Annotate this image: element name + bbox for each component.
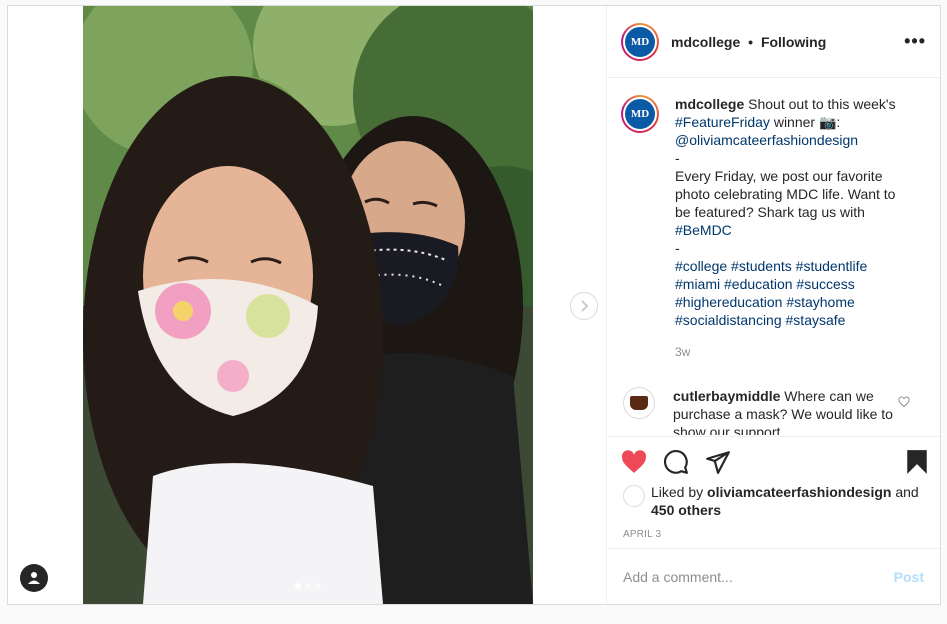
likes-summary: Liked by oliviamcateerfashiondesign and … [607, 477, 940, 519]
caption-link[interactable]: #stayhome [786, 294, 854, 310]
user-tag-icon [28, 572, 40, 584]
post-actions: Liked by oliviamcateerfashiondesign and … [607, 436, 940, 540]
caption-link[interactable]: #miami [675, 276, 720, 292]
comment-body: cutlerbaymiddle Where can we purchase a … [673, 387, 893, 435]
caption-body: mdcollege Shout out to this week's #Feat… [675, 95, 911, 361]
carousel-dot [305, 583, 311, 589]
carousel-indicator [295, 583, 321, 589]
caption-link[interactable]: #highereducation [675, 294, 782, 310]
caption-link[interactable]: @oliviamcateerfashiondesign [675, 132, 858, 148]
caption-username[interactable]: mdcollege [675, 96, 748, 112]
caption-segment: - [675, 240, 680, 256]
post-date[interactable]: APRIL 3 [607, 519, 940, 540]
instagram-post: MD mdcollege • Following ••• MD mdcolleg… [7, 5, 941, 605]
liker-username[interactable]: oliviamcateerfashiondesign [707, 484, 891, 500]
post-side-panel: MD mdcollege • Following ••• MD mdcolleg… [607, 6, 940, 604]
caption-link[interactable]: #socialdistancing [675, 312, 782, 328]
comment-input[interactable] [623, 568, 894, 585]
caption: MD mdcollege Shout out to this week's #F… [621, 95, 924, 361]
carousel-dot [295, 583, 301, 589]
caption-link[interactable]: #studentlife [796, 258, 868, 274]
caption-segment: - [675, 150, 680, 166]
more-icon[interactable]: ••• [904, 31, 926, 52]
likes-text: Liked by oliviamcateerfashiondesign and … [651, 483, 926, 519]
comment: cutlerbaymiddle Where can we purchase a … [621, 387, 924, 435]
follow-status-button[interactable]: Following [761, 34, 826, 50]
likes-others-link[interactable]: 450 others [651, 502, 721, 518]
comments-section: MD mdcollege Shout out to this week's #F… [607, 79, 940, 435]
chevron-right-icon [581, 300, 589, 312]
caption-text: mdcollege Shout out to this week's #Feat… [675, 96, 896, 328]
caption-link[interactable]: #college [675, 258, 727, 274]
heart-outline-icon[interactable] [898, 395, 910, 411]
post-header: MD mdcollege • Following ••• [607, 6, 940, 78]
next-photo-button[interactable] [570, 292, 598, 320]
header-text: mdcollege • Following [671, 34, 904, 50]
heart-icon[interactable] [621, 450, 647, 474]
caption-avatar[interactable]: MD [621, 95, 659, 133]
caption-segment: Every Friday, we post our favorite photo… [675, 168, 896, 220]
likes-and: and [895, 484, 919, 500]
avatar-logo: MD [625, 26, 655, 57]
commenter-avatar[interactable] [623, 387, 655, 419]
account-avatar[interactable]: MD [621, 22, 659, 61]
avatar-logo: MD [625, 99, 655, 129]
account-username[interactable]: mdcollege [671, 34, 740, 50]
caption-link[interactable]: #success [796, 276, 854, 292]
liker-avatar[interactable] [623, 485, 645, 507]
share-icon[interactable] [705, 449, 731, 475]
action-bar [607, 437, 940, 477]
tagged-users-button[interactable] [20, 564, 48, 592]
comment-icon[interactable] [663, 449, 689, 475]
school-badge-icon [630, 396, 648, 410]
caption-link[interactable]: #BeMDC [675, 222, 732, 238]
caption-segment: winner 📷: [769, 114, 841, 130]
add-comment-bar: Post [607, 548, 940, 604]
caption-link[interactable]: #education [724, 276, 793, 292]
post-media [8, 6, 607, 604]
bookmark-icon[interactable] [906, 449, 928, 475]
post-comment-button[interactable]: Post [894, 569, 924, 585]
post-time[interactable]: 3w [675, 343, 911, 361]
caption-link[interactable]: #staysafe [786, 312, 846, 328]
caption-segment: Shout out to this week's [748, 96, 896, 112]
carousel-dot [315, 583, 321, 589]
post-photo [83, 6, 533, 604]
commenter-username[interactable]: cutlerbaymiddle [673, 388, 780, 404]
caption-link[interactable]: #students [731, 258, 792, 274]
separator: • [748, 33, 754, 50]
caption-link[interactable]: #FeatureFriday [675, 114, 770, 130]
liked-by-prefix: Liked by [651, 484, 704, 500]
